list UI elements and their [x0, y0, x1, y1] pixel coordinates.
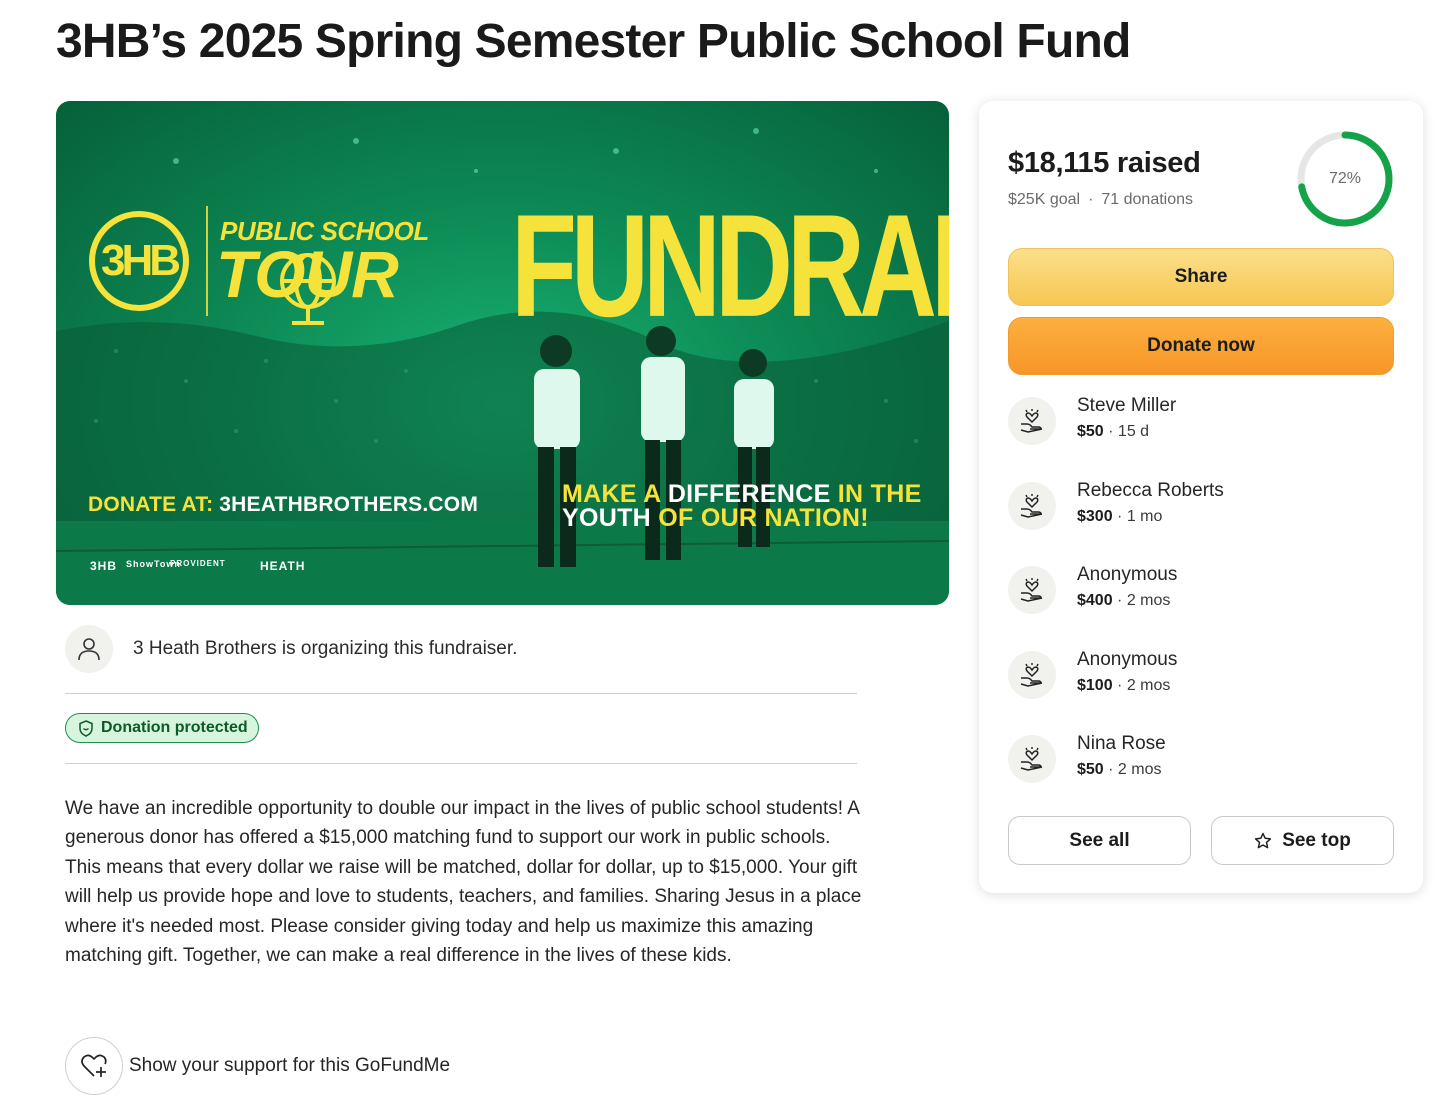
- page-title: 3HB’s 2025 Spring Semester Public School…: [56, 15, 1131, 68]
- shield-icon: [79, 719, 93, 737]
- donate-at-text: DONATE AT: 3HEATHBROTHERS.COM: [88, 493, 479, 516]
- see-all-label: See all: [1069, 829, 1130, 851]
- donor-item: Anonymous $100 · 2 mos: [1008, 649, 1388, 711]
- person-icon: [78, 638, 100, 661]
- donation-heart-hand-icon: [1008, 482, 1056, 530]
- support-row: Show your support for this GoFundMe: [65, 1037, 450, 1095]
- donor-name: Rebecca Roberts: [1077, 480, 1224, 501]
- sponsor-logo-heath: HEATH: [260, 559, 306, 573]
- tagline: MAKE A DIFFERENCE IN THE YOUTH OF OUR NA…: [562, 480, 922, 532]
- donor-name: Steve Miller: [1077, 395, 1177, 416]
- donor-name: Nina Rose: [1077, 733, 1166, 754]
- donor-meta: $300 · 1 mo: [1077, 508, 1163, 525]
- donor-name: Anonymous: [1077, 649, 1178, 670]
- goal-line: $25K goal · 71 donations: [1008, 191, 1193, 209]
- donation-heart-hand-icon: [1008, 566, 1056, 614]
- organizer-avatar[interactable]: [65, 625, 113, 673]
- badge-label: Donation protected: [101, 719, 248, 736]
- progress-ring: 72%: [1294, 128, 1396, 230]
- see-top-label: See top: [1282, 829, 1351, 851]
- donor-item: Steve Miller $50 · 15 d: [1008, 395, 1388, 457]
- donation-heart-hand-icon: [1008, 651, 1056, 699]
- donation-count[interactable]: 71 donations: [1101, 191, 1193, 208]
- 3hb-logo: 3HB: [89, 211, 189, 311]
- donor-meta: $50 · 15 d: [1077, 423, 1150, 440]
- donor-item: Nina Rose $50 · 2 mos: [1008, 733, 1388, 795]
- heart-plus-icon: [81, 1054, 107, 1077]
- donate-now-button[interactable]: Donate now: [1008, 317, 1394, 375]
- sponsor-logo-3hb: 3HB: [90, 559, 118, 573]
- donor-item: Anonymous $400 · 2 mos: [1008, 564, 1388, 626]
- fundraiser-description: We have an incredible opportunity to dou…: [65, 798, 862, 967]
- donor-name: Anonymous: [1077, 564, 1178, 585]
- donor-meta: $100 · 2 mos: [1077, 677, 1171, 694]
- donor-meta: $400 · 2 mos: [1077, 592, 1171, 609]
- support-label: Show your support for this GoFundMe: [129, 1055, 451, 1076]
- donor-item: Rebecca Roberts $300 · 1 mo: [1008, 480, 1388, 542]
- organizer-row: 3 Heath Brothers is organizing this fund…: [65, 625, 517, 673]
- sponsor-logo-provident: PROVIDENT: [170, 559, 226, 568]
- hero-image: 3HB PUBLIC SCHOOL TOUR FUNDRAISER DONATE…: [56, 101, 949, 605]
- see-top-button[interactable]: See top: [1211, 816, 1394, 865]
- amount-raised: $18,115 raised: [1008, 147, 1201, 179]
- donor-meta: $50 · 2 mos: [1077, 761, 1162, 778]
- fundraiser-text: FUNDRAISER: [511, 183, 949, 347]
- support-button[interactable]: [65, 1037, 123, 1095]
- organizer-text: 3 Heath Brothers is organizing this fund…: [133, 638, 518, 659]
- donation-heart-hand-icon: [1008, 397, 1056, 445]
- goal-amount: $25K goal: [1008, 191, 1081, 208]
- separator: ·: [1088, 191, 1094, 208]
- star-icon: [1255, 832, 1272, 848]
- progress-percent: 72%: [1328, 170, 1362, 187]
- donation-protected-badge[interactable]: Donation protected: [65, 713, 259, 743]
- share-button[interactable]: Share: [1008, 248, 1394, 306]
- donation-heart-hand-icon: [1008, 735, 1056, 783]
- divider: [65, 763, 857, 764]
- logo-divider: [206, 206, 208, 316]
- divider: [65, 693, 857, 694]
- donation-card: $18,115 raised $25K goal · 71 donations 72…: [979, 101, 1423, 893]
- tour-text: TOUR: [216, 237, 399, 311]
- see-all-button[interactable]: See all: [1008, 816, 1191, 865]
